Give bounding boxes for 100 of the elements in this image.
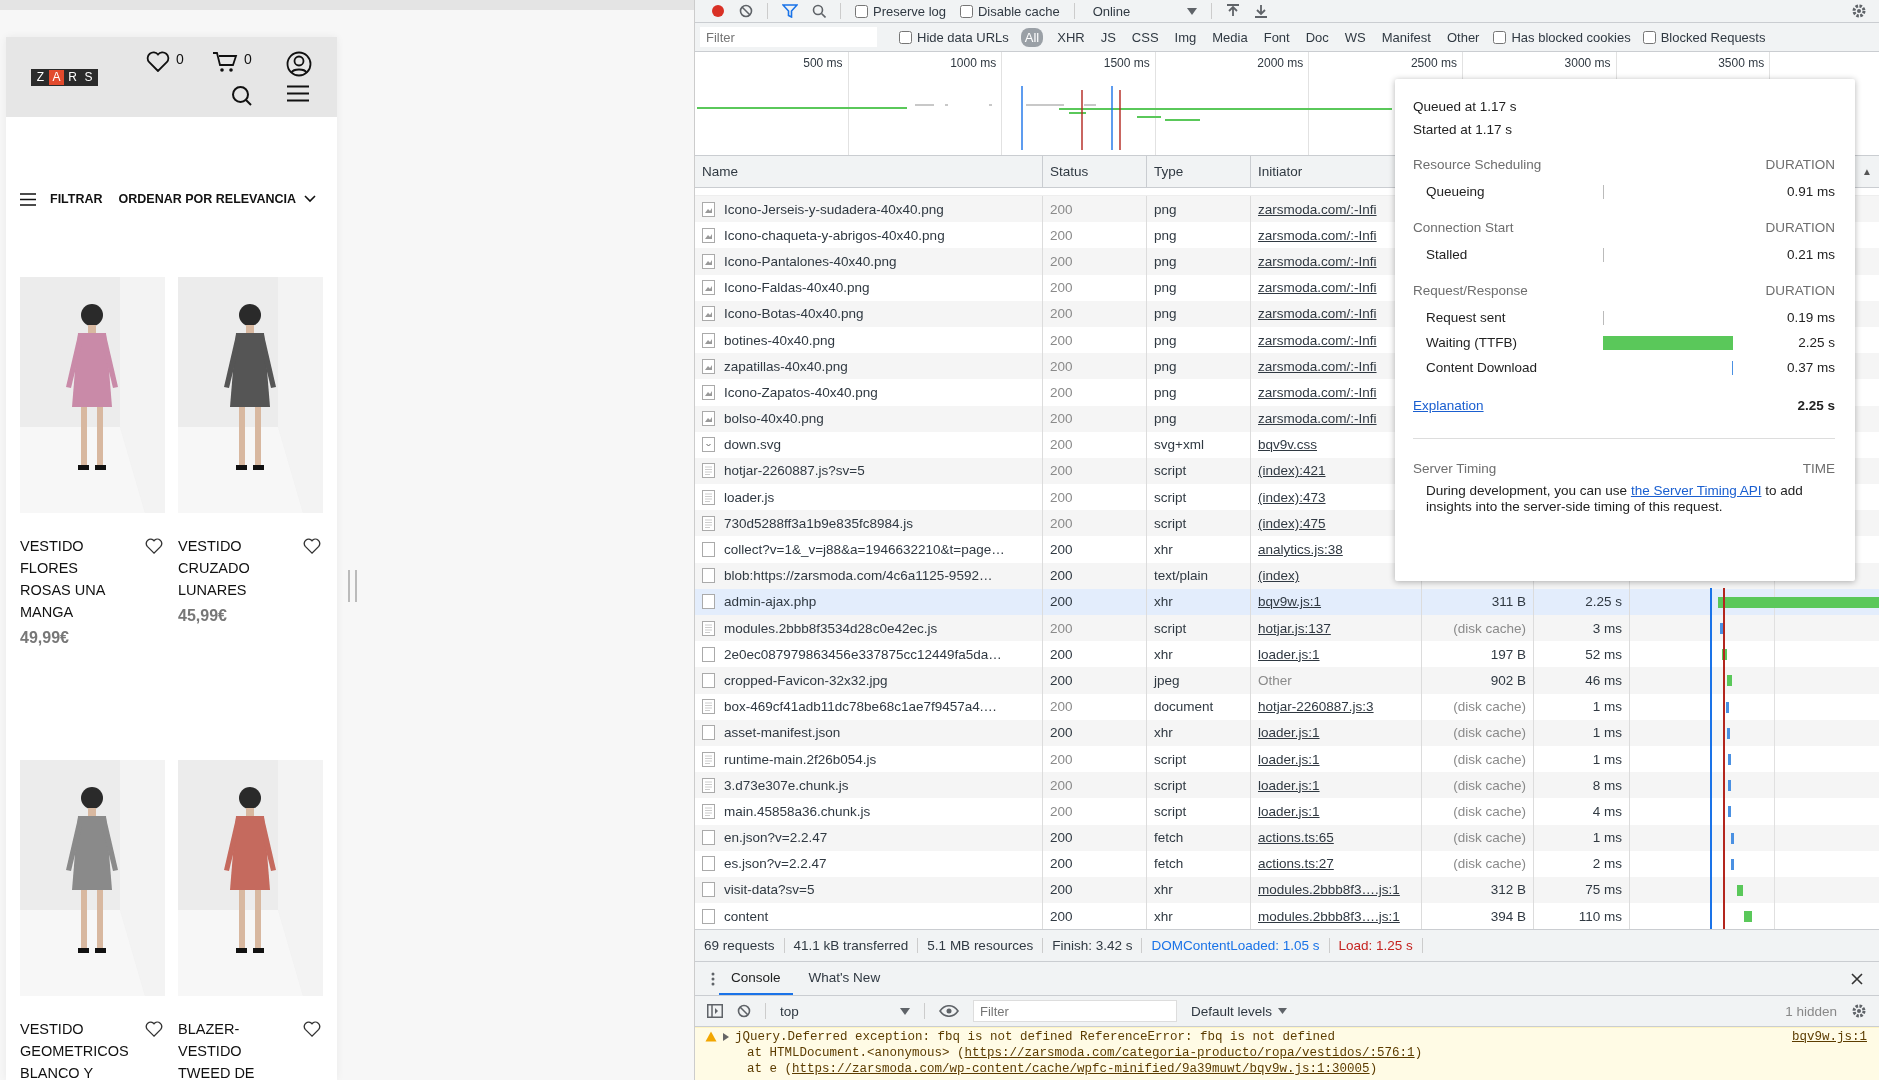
time-value: 46 ms (1585, 672, 1622, 688)
status-code: 200 (1050, 358, 1073, 374)
request-name: collect?v=1&_v=j88&a=1946632210&t=page… (724, 542, 1005, 558)
time-value: 1 ms (1592, 830, 1622, 846)
column-label: DURATION (1765, 156, 1835, 174)
warning-message: jQuery.Deferred exception: fbq is not defined ReferenceError: fbq is not defined (735, 1029, 1336, 1044)
initiator-text: Other (1258, 672, 1292, 688)
request-name: bolso-40x40.png (724, 411, 824, 427)
request-type: png (1154, 253, 1177, 269)
request-name: es.json?v=2.2.47 (724, 856, 827, 872)
request-type: script (1154, 515, 1187, 531)
timeline-tick-label: 1500 ms (1103, 56, 1150, 70)
summary-item: Finish: 3.42 s (1043, 938, 1143, 954)
request-name: hotjar-2260887.js?sv=5 (724, 463, 865, 479)
request-name: main.45858a36.chunk.js (724, 803, 871, 819)
timeline-tick-label: 3000 ms (1564, 56, 1611, 70)
request-type: script (1154, 777, 1187, 793)
timing-value: 0.19 ms (1785, 310, 1835, 325)
request-type: xhr (1154, 646, 1173, 662)
stack-line: at e (https://zarsmoda.com/wp-content/cache/wpfc-minified/9a39muwt/bqv9w.js:1:30005) (746, 1061, 1379, 1078)
time-value: 1 ms (1592, 725, 1622, 741)
size-value: 311 B (1491, 594, 1526, 610)
status-code: 200 (1050, 777, 1073, 793)
size-value: (disk cache) (1453, 751, 1526, 767)
request-name: loader.js (724, 489, 775, 505)
time-value: 52 ms (1585, 646, 1622, 662)
column-label: DURATION (1765, 282, 1835, 300)
request-type: script (1154, 489, 1187, 505)
time-value: 2.25 s (1585, 594, 1622, 610)
request-type: png (1154, 332, 1177, 348)
status-code: 200 (1050, 646, 1073, 662)
checkbox-label: Has blocked cookies (1511, 29, 1631, 45)
status-code: 200 (1050, 751, 1073, 767)
status-code: 200 (1050, 201, 1073, 217)
size-value: (disk cache) (1453, 803, 1526, 819)
request-type: script (1154, 751, 1187, 767)
summary-item: 5.1 MB resources (918, 938, 1044, 954)
request-type: xhr (1154, 542, 1173, 558)
request-type: png (1154, 227, 1177, 243)
status-code: 200 (1050, 332, 1073, 348)
request-type: script (1154, 620, 1187, 636)
status-code: 200 (1050, 515, 1073, 531)
timing-label: Stalled (1425, 247, 1469, 262)
request-type: png (1154, 358, 1177, 374)
status-code: 200 (1050, 437, 1073, 453)
status-code: 200 (1050, 384, 1073, 400)
wishlist-count: 0 (176, 51, 184, 67)
size-value: 902 B (1490, 672, 1526, 688)
request-name: 3.d73e307e.chunk.js (724, 777, 849, 793)
time-value: 1 ms (1592, 699, 1622, 715)
checkbox-label: Preserve log (873, 3, 946, 19)
request-name: blob:https://zarsmoda.com/4c6a1125-9592… (724, 568, 993, 584)
request-name: modules.2bbb8f3534d28c0e42ec.js (724, 620, 938, 636)
timeline-tick-label: 500 ms (803, 56, 843, 70)
stack-line: at HTMLDocument.<anonymous> (https://zarsmoda.com/categoria-producto/ropa/vestidos/:576:1) (746, 1045, 1424, 1062)
status-code: 200 (1050, 227, 1073, 243)
request-name: Icono-chaqueta-y-abrigos-40x40.png (724, 227, 945, 243)
size-value: 312 B (1490, 882, 1526, 898)
status-code: 200 (1050, 908, 1073, 924)
request-type: xhr (1154, 882, 1173, 898)
request-type: text/plain (1154, 568, 1209, 584)
section-title: Server Timing (1413, 460, 1497, 478)
checkbox-label: Disable cache (978, 3, 1060, 19)
time-value: 110 ms (1578, 908, 1622, 924)
status-code: 200 (1050, 803, 1073, 819)
column-label: TIME (1802, 460, 1835, 478)
product-price: 49,99€ (20, 629, 70, 647)
summary-item: 69 requests (695, 938, 785, 954)
size-value: (disk cache) (1453, 830, 1526, 846)
request-name: en.json?v=2.2.47 (724, 830, 828, 846)
request-type: png (1154, 201, 1177, 217)
time-value: 8 ms (1592, 777, 1622, 793)
status-code: 200 (1050, 542, 1073, 558)
request-name: down.svg (724, 437, 782, 453)
timing-value: 0.21 ms (1785, 247, 1835, 262)
summary-item: 41.1 kB transferred (784, 938, 919, 954)
size-value: 394 B (1490, 908, 1526, 924)
hidden-count: 1 hidden (1785, 1003, 1837, 1019)
time-value: 2 ms (1592, 856, 1622, 872)
request-name: cropped-Favicon-32x32.jpg (724, 672, 888, 688)
status-code: 200 (1050, 882, 1073, 898)
status-code: 200 (1050, 306, 1073, 322)
size-value: (disk cache) (1453, 699, 1526, 715)
request-name: admin-ajax.php (724, 594, 817, 610)
request-name: Icono-Pantalones-40x40.png (724, 253, 897, 269)
request-name: asset-manifest.json (724, 725, 841, 741)
summary-item: Load: 1.25 s (1329, 938, 1423, 954)
status-code: 200 (1050, 568, 1073, 584)
checkbox-label: Blocked Requests (1660, 29, 1766, 45)
timing-value: 0.91 ms (1785, 184, 1835, 199)
product-price: 45,99€ (178, 607, 228, 625)
request-type: svg+xml (1154, 437, 1204, 453)
status-code: 200 (1050, 280, 1073, 296)
status-code: 200 (1050, 594, 1073, 610)
status-code: 200 (1050, 830, 1073, 846)
request-type: png (1154, 384, 1177, 400)
request-name: Icono-Botas-40x40.png (724, 306, 864, 322)
time-value: 3 ms (1592, 620, 1622, 636)
timing-label: Request sent (1425, 310, 1507, 325)
request-type: script (1154, 463, 1187, 479)
